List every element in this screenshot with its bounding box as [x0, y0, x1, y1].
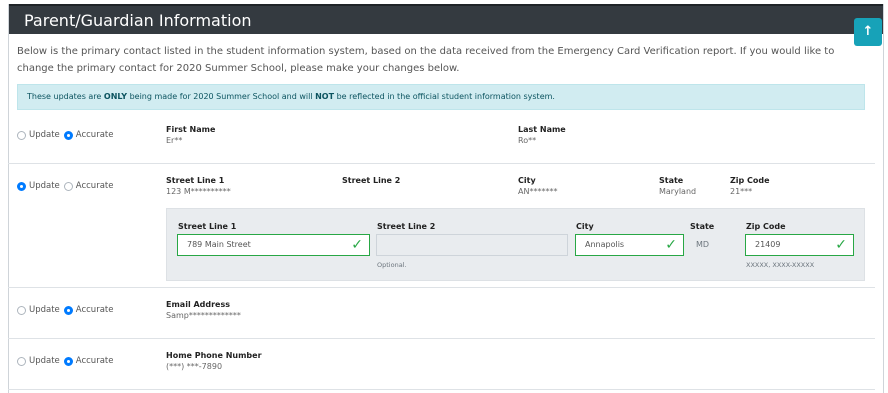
edit-zip-label: Zip Code — [746, 222, 786, 231]
home-phone-field: Home Phone Number (***) ***-7890 — [166, 351, 262, 371]
accurate-label[interactable]: Accurate — [76, 181, 114, 191]
update-label[interactable]: Update — [29, 305, 60, 315]
current-zip-field: Zip Code 21*** — [730, 176, 770, 196]
street1-input[interactable]: 789 Main Street ✓ — [177, 234, 370, 256]
accurate-label[interactable]: Accurate — [76, 305, 114, 315]
first-name-field: First Name Er** — [166, 125, 216, 145]
address-accurate-radio[interactable] — [63, 181, 73, 191]
intro-text: Below is the primary contact listed in t… — [17, 46, 835, 74]
section-header: Parent/Guardian Information — [9, 4, 883, 34]
valid-check-icon: ✓ — [351, 237, 363, 253]
phone-radio-group: Update Accurate — [17, 356, 117, 366]
edit-state-label: State — [690, 222, 715, 231]
update-label[interactable]: Update — [29, 181, 60, 191]
scroll-to-top-button[interactable]: ↑ — [854, 18, 882, 46]
update-label[interactable]: Update — [29, 356, 60, 366]
edit-street2-label: Street Line 2 — [377, 222, 436, 231]
name-radio-group: Update Accurate — [17, 130, 117, 140]
email-accurate-radio[interactable] — [63, 305, 73, 315]
phone-accurate-radio[interactable] — [63, 356, 73, 366]
email-radio-group: Update Accurate — [17, 305, 117, 315]
accurate-label[interactable]: Accurate — [76, 356, 114, 366]
state-value: MD — [696, 240, 710, 249]
valid-check-icon: ✓ — [665, 237, 677, 253]
address-update-radio[interactable] — [17, 181, 26, 191]
current-street1-field: Street Line 1 123 M********** — [166, 176, 231, 196]
update-label[interactable]: Update — [29, 130, 60, 140]
zip-input[interactable]: 21409 ✓ — [745, 234, 854, 256]
current-street2-field: Street Line 2 — [342, 176, 401, 185]
email-field: Email Address Samp************* — [166, 300, 241, 320]
name-accurate-radio[interactable] — [63, 130, 73, 140]
email-row — [8, 288, 875, 339]
email-update-radio[interactable] — [17, 305, 26, 315]
zip-hint: XXXXX, XXXX-XXXXX — [746, 261, 815, 269]
info-alert: These updates are ONLY being made for 20… — [17, 84, 865, 110]
arrow-up-icon: ↑ — [862, 24, 874, 39]
last-name-field: Last Name Ro** — [518, 125, 566, 145]
current-state-field: State Maryland — [659, 176, 697, 196]
valid-check-icon: ✓ — [835, 237, 847, 253]
accurate-label[interactable]: Accurate — [76, 130, 114, 140]
street2-hint: Optional. — [377, 261, 407, 269]
current-city-field: City AN******* — [518, 176, 558, 196]
name-update-radio[interactable] — [17, 130, 26, 140]
name-row — [8, 117, 875, 164]
edit-street1-label: Street Line 1 — [178, 222, 237, 231]
phone-update-radio[interactable] — [17, 356, 26, 366]
section-title: Parent/Guardian Information — [24, 11, 252, 30]
address-radio-group: Update Accurate — [17, 181, 117, 191]
edit-city-label: City — [576, 222, 594, 231]
phone-row — [8, 339, 875, 390]
street2-input[interactable] — [376, 234, 568, 256]
city-input[interactable]: Annapolis ✓ — [575, 234, 684, 256]
